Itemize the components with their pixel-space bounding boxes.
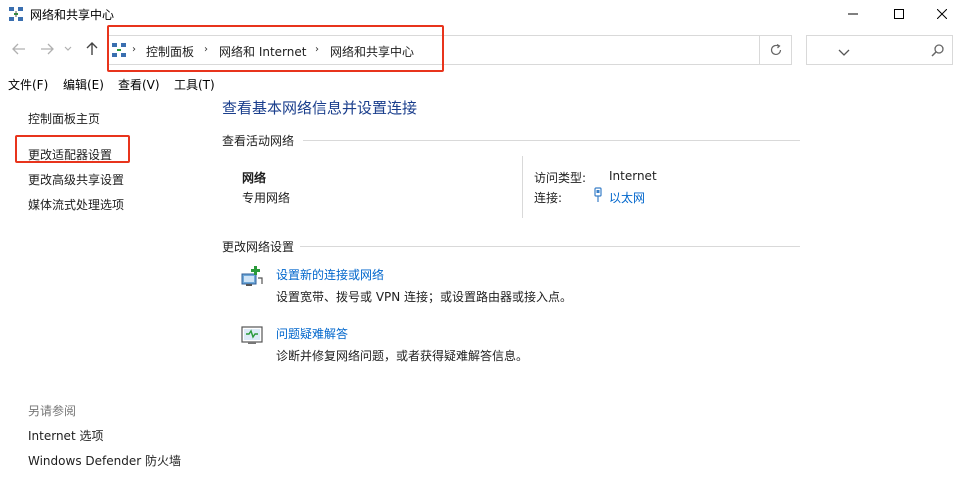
- setup-new-connection-desc: 设置宽带、拨号或 VPN 连接；或设置路由器或接入点。: [276, 290, 573, 304]
- up-button[interactable]: [83, 40, 101, 58]
- change-advanced-sharing-link[interactable]: 更改高级共享设置: [28, 171, 124, 188]
- breadcrumb-network-sharing-center[interactable]: 网络和共享中心: [330, 43, 414, 60]
- refresh-icon: [770, 43, 781, 56]
- network-vertical-divider: [522, 156, 523, 218]
- network-name: 网络: [242, 171, 267, 185]
- refresh-button[interactable]: [760, 35, 792, 65]
- section-divider: [303, 140, 800, 141]
- search-input[interactable]: [806, 35, 953, 65]
- breadcrumb-control-panel[interactable]: 控制面板: [146, 43, 194, 60]
- menu-file[interactable]: 文件(F): [8, 76, 48, 93]
- maximize-button[interactable]: [876, 0, 922, 28]
- network-center-icon: [8, 6, 24, 22]
- troubleshoot-problems-link[interactable]: 问题疑难解答: [276, 325, 348, 342]
- menu-tools[interactable]: 工具(T): [174, 76, 215, 93]
- control-panel-icon: [111, 42, 127, 58]
- window-title: 网络和共享中心: [30, 8, 115, 22]
- menu-edit[interactable]: 编辑(E): [63, 76, 104, 93]
- access-type-value: Internet: [609, 169, 657, 183]
- page-title: 查看基本网络信息并设置连接: [222, 99, 418, 117]
- change-settings-label: 更改网络设置: [222, 240, 295, 254]
- active-networks-label: 查看活动网络: [222, 134, 295, 148]
- breadcrumb-separator-icon[interactable]: ›: [132, 44, 136, 55]
- connection-label: 连接:: [534, 191, 563, 205]
- troubleshoot-problems-desc: 诊断并修复网络问题，或者获得疑难解答信息。: [276, 349, 529, 363]
- network-type: 专用网络: [242, 191, 291, 205]
- menu-bar: 文件(F) 编辑(E) 查看(V) 工具(T): [0, 74, 955, 94]
- ethernet-icon: [592, 187, 604, 203]
- control-panel-home-link[interactable]: 控制面板主页: [28, 110, 100, 127]
- breadcrumb-separator-icon[interactable]: ›: [315, 44, 319, 55]
- close-button[interactable]: [919, 0, 955, 28]
- breadcrumb-network-internet[interactable]: 网络和 Internet: [219, 43, 306, 60]
- troubleshoot-icon: [240, 323, 264, 347]
- internet-options-link[interactable]: Internet 选项: [28, 427, 103, 444]
- forward-button[interactable]: [38, 40, 56, 58]
- ethernet-connection-link[interactable]: 以太网: [609, 189, 645, 206]
- access-type-label: 访问类型:: [534, 171, 587, 185]
- media-streaming-options-link[interactable]: 媒体流式处理选项: [28, 196, 124, 213]
- change-adapter-settings-link[interactable]: 更改适配器设置: [28, 146, 112, 163]
- setup-new-connection-link[interactable]: 设置新的连接或网络: [276, 266, 384, 283]
- breadcrumb-separator-icon[interactable]: ›: [204, 44, 208, 55]
- see-also-header: 另请参阅: [28, 404, 77, 418]
- menu-view[interactable]: 查看(V): [118, 76, 160, 93]
- recent-locations-chevron-icon[interactable]: [62, 40, 74, 58]
- search-icon: [931, 43, 945, 57]
- navigation-bar: › 控制面板 › 网络和 Internet › 网络和共享中心: [0, 32, 955, 68]
- title-bar: 网络和共享中心: [0, 0, 955, 28]
- windows-defender-firewall-link[interactable]: Windows Defender 防火墙: [28, 452, 181, 469]
- address-bar[interactable]: › 控制面板 › 网络和 Internet › 网络和共享中心: [107, 35, 850, 65]
- back-button[interactable]: [10, 40, 28, 58]
- section-divider: [300, 246, 800, 247]
- new-connection-icon: [240, 264, 264, 288]
- minimize-button[interactable]: [830, 0, 876, 28]
